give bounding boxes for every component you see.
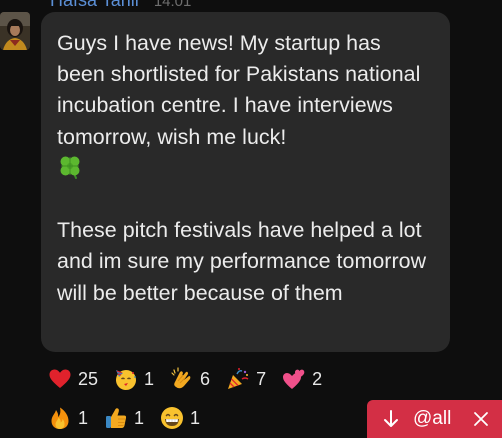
- reaction-count: 1: [144, 368, 155, 389]
- reaction-thumbs-up[interactable]: 1: [104, 406, 144, 430]
- reaction-count: 25: [78, 368, 99, 389]
- reactions-row-2: 1 1 1: [48, 405, 388, 431]
- reaction-count: 1: [190, 407, 201, 428]
- reaction-two-hearts[interactable]: 2: [282, 367, 322, 391]
- message-timestamp: 14:01: [153, 0, 192, 10]
- reaction-count: 7: [256, 368, 267, 389]
- reaction-clap[interactable]: 6: [170, 367, 210, 391]
- message-paragraph-1: Guys I have news! My startup has been sh…: [57, 28, 434, 184]
- reaction-count: 1: [134, 407, 145, 428]
- fire-icon: [51, 407, 69, 429]
- reaction-partying-face[interactable]: 1: [114, 367, 154, 391]
- reaction-grin[interactable]: 1: [160, 406, 200, 430]
- reaction-count: 1: [78, 407, 89, 428]
- reaction-count: 2: [312, 368, 323, 389]
- chat-view: Hafsa Tahir 14:01 Guys I have news! My s…: [0, 0, 502, 438]
- grinning-face-icon: [161, 407, 184, 429]
- message-paragraph-2: These pitch festivals have helped a lot …: [57, 218, 427, 305]
- reaction-heart[interactable]: 25: [48, 367, 98, 391]
- mention-label: @all: [413, 408, 452, 429]
- mention-jump-bar[interactable]: @all: [367, 400, 502, 438]
- red-heart-icon: [49, 369, 71, 388]
- arrow-down-icon: [384, 410, 398, 427]
- clapping-hands-icon: [171, 367, 191, 389]
- avatar[interactable]: [0, 12, 30, 50]
- reaction-fire[interactable]: 1: [48, 406, 88, 430]
- party-popper-icon: [228, 368, 249, 389]
- two-hearts-icon: [283, 369, 305, 389]
- close-icon[interactable]: [473, 411, 489, 427]
- avatar-image: [0, 12, 30, 50]
- message-header: Hafsa Tahir 14:01: [50, 0, 191, 10]
- message-text-1: Guys I have news! My startup has been sh…: [57, 31, 421, 149]
- message-bubble[interactable]: Guys I have news! My startup has been sh…: [41, 12, 450, 352]
- sender-name[interactable]: Hafsa Tahir: [50, 0, 141, 10]
- thumbs-up-icon: [106, 408, 127, 428]
- reactions-row-1: 25 1 6 7 2: [48, 366, 388, 392]
- reactions-area: 25 1 6 7 2 1 1 1: [48, 366, 388, 438]
- reaction-party-popper[interactable]: 7: [226, 367, 266, 391]
- four-leaf-clover-icon: [60, 156, 80, 179]
- reaction-count: 6: [200, 368, 211, 389]
- partying-face-icon: [116, 370, 137, 390]
